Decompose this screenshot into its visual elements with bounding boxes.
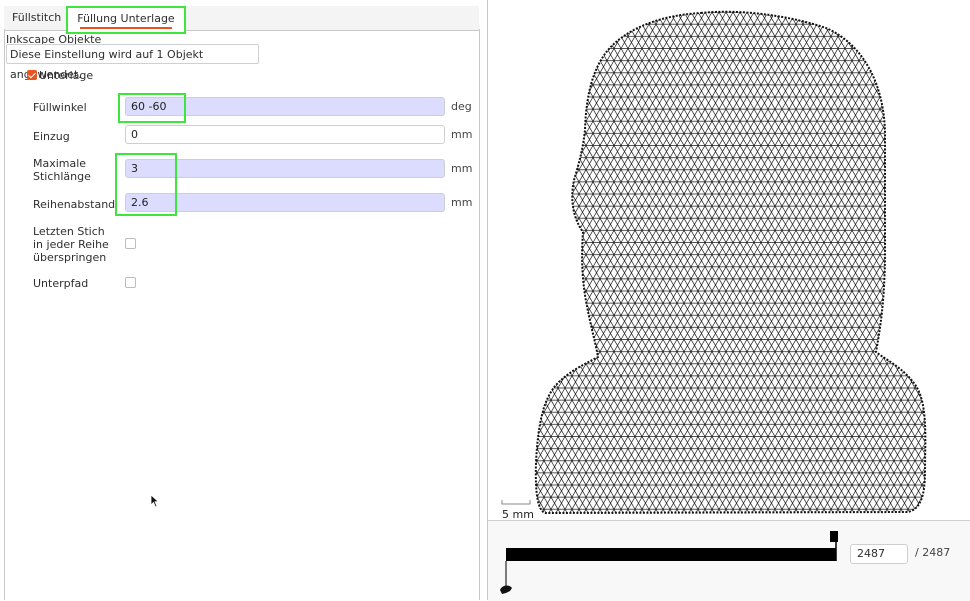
skip-last-checkbox[interactable]	[125, 238, 136, 249]
tab-fill-stitch[interactable]: Füllstitch	[12, 6, 61, 30]
tab-bar: Füllstitch Füllung Unterlage	[4, 6, 479, 34]
inset-input[interactable]: 0	[125, 125, 445, 144]
underpath-checkbox[interactable]	[125, 277, 136, 288]
tab-fill-underlay-label: Füllung Unterlage	[77, 12, 175, 25]
max-stitch-label: Maximale Stichlänge	[33, 157, 91, 183]
stitch-preview-canvas[interactable]	[488, 0, 970, 520]
params-panel: Füllstitch Füllung Unterlage Inkscape Ob…	[0, 0, 481, 600]
fill-angle-unit: deg	[451, 100, 472, 113]
underpath-label: Unterpfad	[33, 277, 89, 290]
playback-controls: 2487 / 2487	[488, 520, 970, 601]
skip-last-label: Letzten Stich in jeder Reihe überspringe…	[33, 225, 109, 264]
info-message: Diese Einstellung wird auf 1 Objekt ange…	[6, 44, 259, 81]
row-spacing-label: Reihenabstand	[33, 198, 116, 211]
inset-unit: mm	[451, 128, 473, 141]
start-marker-icon	[500, 585, 512, 594]
max-stitch-unit: mm	[451, 162, 473, 175]
fill-stitch-pattern	[535, 11, 926, 514]
underlay-checkbox[interactable]	[27, 70, 37, 80]
row-spacing-unit: mm	[451, 196, 473, 209]
fill-angle-label: Füllwinkel	[33, 101, 87, 114]
stitch-total: / 2487	[915, 546, 951, 559]
stitch-number-input[interactable]: 2487	[850, 544, 908, 564]
mouse-pointer-icon	[150, 494, 160, 508]
stitch-slider[interactable]	[488, 521, 838, 601]
preview-panel: 5 mm 2487 / 2487	[487, 0, 970, 601]
slider-handle	[830, 531, 838, 542]
highlight-box-stitch-params	[115, 153, 177, 216]
underlay-label: Unterlage	[39, 69, 94, 82]
slider-track	[506, 548, 836, 561]
highlight-box-fill-angle	[118, 93, 186, 123]
inset-label: Einzug	[33, 130, 70, 143]
scale-bar	[501, 500, 531, 505]
